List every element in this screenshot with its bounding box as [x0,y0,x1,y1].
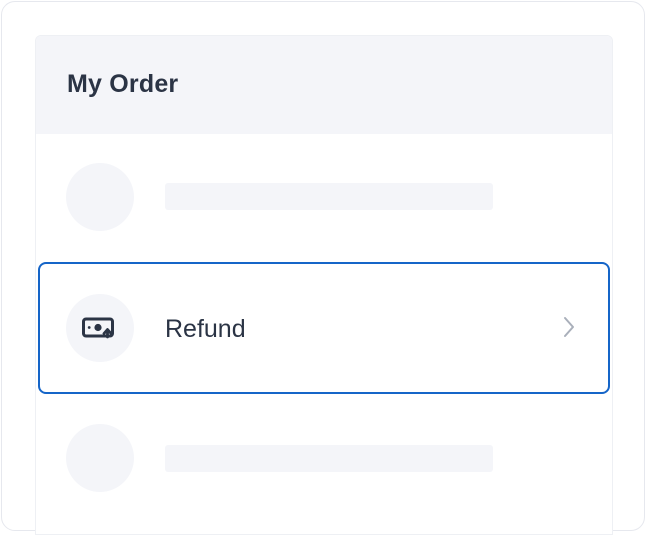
placeholder-row [36,394,612,494]
placeholder-avatar [66,424,134,492]
panel-title: My Order [67,70,179,98]
money-refund-icon [82,317,114,339]
placeholder-row [36,134,612,234]
refund-label: Refund [165,315,246,343]
panel-header: My Order [36,36,612,134]
placeholder-text-bar [165,183,493,210]
placeholder-text-bar [165,445,493,472]
chevron-right-icon [564,317,574,337]
placeholder-avatar [66,163,134,231]
refund-menu-item[interactable]: Refund [38,262,610,394]
icon-container [66,294,134,362]
